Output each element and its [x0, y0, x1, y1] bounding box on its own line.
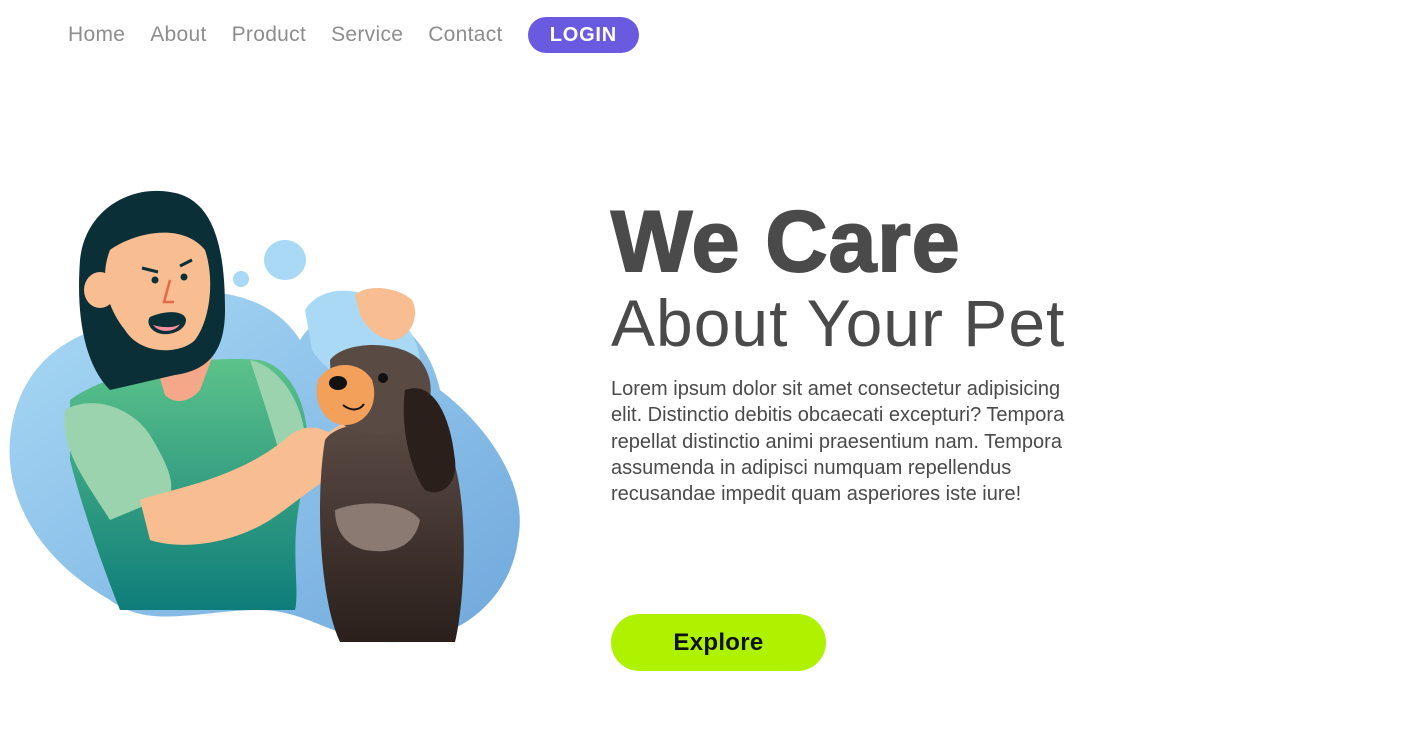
nav-contact[interactable]: Contact: [428, 23, 502, 47]
blob-bubble: [264, 240, 306, 280]
hero-description: Lorem ipsum dolor sit amet consectetur a…: [611, 378, 1065, 506]
dog-nose: [329, 376, 347, 390]
main-nav: Home About Product Service Contact LOGIN: [68, 17, 640, 53]
nav-about[interactable]: About: [150, 23, 206, 47]
nav-home[interactable]: Home: [68, 23, 125, 47]
woman-with-dog-illustration: [9, 190, 520, 643]
woman-ear: [84, 272, 116, 308]
blob-bubble-small: [233, 271, 249, 287]
login-button[interactable]: LOGIN: [527, 17, 640, 53]
hero-section: We Care About Your Pet Lorem ipsum dolor…: [610, 194, 1171, 507]
dog-eye: [378, 373, 388, 383]
nav-product[interactable]: Product: [232, 23, 306, 47]
nav-service[interactable]: Service: [331, 23, 403, 47]
explore-button[interactable]: Explore: [611, 614, 826, 671]
hero-illustration: [0, 180, 540, 650]
hero-subtitle: About Your Pet: [611, 286, 1066, 360]
hero-title: We Care: [610, 194, 961, 290]
